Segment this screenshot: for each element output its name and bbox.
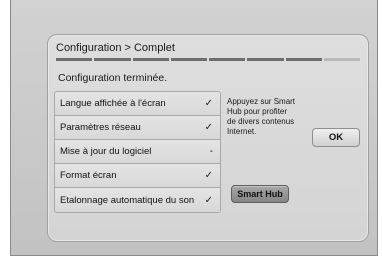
checklist-item-auto-sound-calibration: Etalonnage automatique du son ✓ (55, 188, 220, 212)
checklist-item-screen-format: Format écran ✓ (55, 164, 220, 188)
progress-step (209, 58, 246, 61)
dialog-title: Configuration > Complet (56, 42, 175, 54)
checkmark-icon: ✓ (204, 122, 213, 133)
checklist-item-label: Etalonnage automatique du son (60, 194, 195, 206)
progress-step (247, 58, 284, 61)
progress-step-pending (323, 58, 360, 61)
hint-line: Internet. (227, 127, 257, 136)
checklist-item-label: Mise à jour du logiciel (60, 146, 152, 157)
smart-hub-hint: Appuyez sur Smart Hub pour profiter de d… (227, 97, 317, 137)
progress-step (285, 58, 322, 61)
checkmark-icon: ✓ (204, 170, 213, 181)
checklist-item-software-update: Mise à jour du logiciel - (55, 140, 220, 164)
progress-step (132, 58, 169, 61)
progress-step (170, 58, 207, 61)
checklist-item-label: Langue affichée à l'écran (60, 98, 166, 109)
checklist-item-label: Format écran (60, 170, 117, 181)
progress-step (94, 58, 131, 61)
checklist-item-label: Paramètres réseau (60, 122, 141, 133)
smart-hub-button[interactable]: Smart Hub (231, 185, 289, 203)
status-message: Configuration terminée. (58, 72, 168, 84)
checklist-item-network: Paramètres réseau ✓ (55, 116, 220, 140)
checkmark-icon: ✓ (204, 98, 213, 109)
hint-line: Appuyez sur Smart (227, 97, 296, 106)
ok-button[interactable]: OK (312, 128, 360, 147)
dash-icon: - (209, 146, 213, 157)
setup-progress-bar (56, 58, 360, 61)
checklist-item-language: Langue affichée à l'écran ✓ (55, 92, 220, 116)
hint-line: Hub pour profiter (227, 107, 288, 116)
hint-line: de divers contenus (227, 117, 295, 126)
tv-screen: Configuration > Complet Configuration te… (10, 0, 378, 256)
checkmark-icon: ✓ (204, 194, 213, 206)
setup-checklist: Langue affichée à l'écran ✓ Paramètres r… (54, 91, 221, 213)
setup-complete-dialog: Configuration > Complet Configuration te… (47, 34, 369, 242)
progress-step (56, 58, 93, 61)
